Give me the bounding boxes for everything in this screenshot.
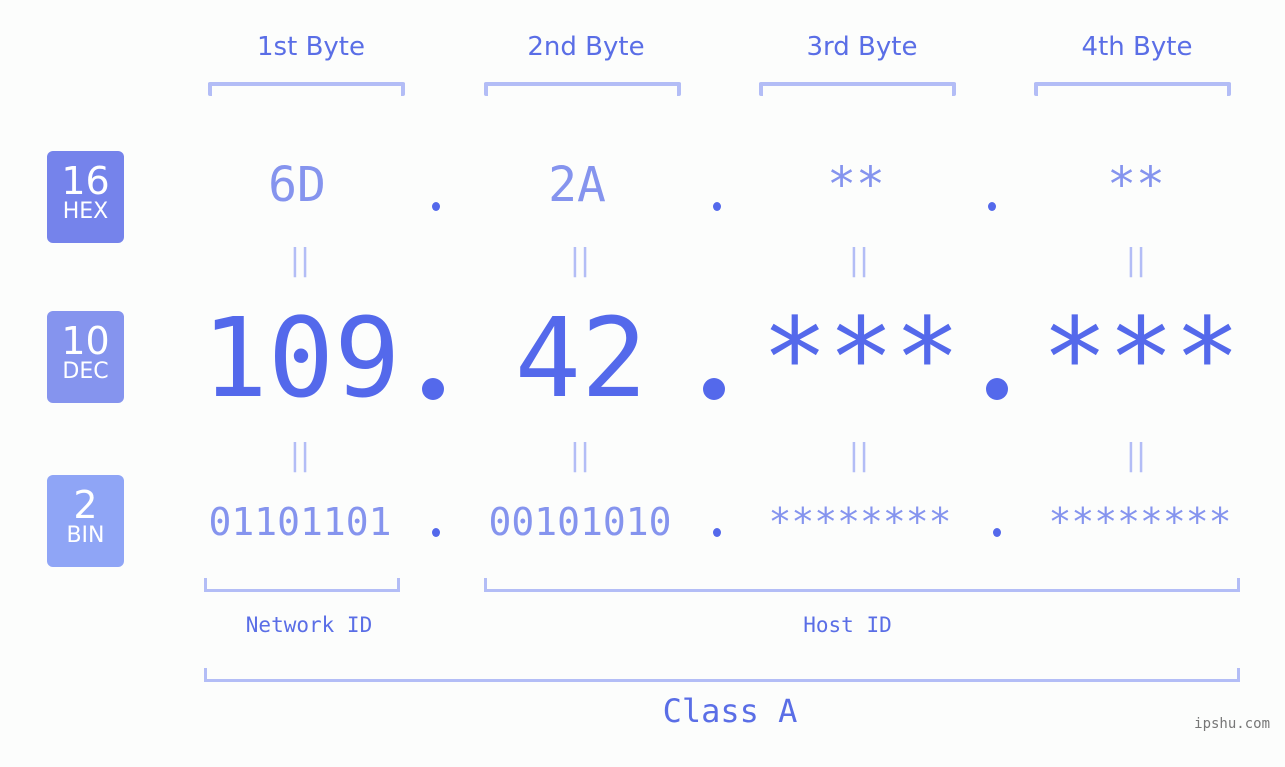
hex-value-3: ** — [827, 157, 885, 213]
equals-icon: || — [289, 438, 311, 473]
bin-value-1: 01101101 — [208, 500, 392, 544]
bin-dot-1 — [432, 528, 440, 537]
dec-dot-3 — [986, 378, 1008, 400]
network-id-label: Network ID — [245, 613, 373, 637]
bin-value-3: ******** — [768, 500, 952, 544]
hex-dot-1 — [432, 202, 440, 211]
equals-icon: || — [1125, 243, 1147, 278]
hex-dot-2 — [713, 202, 721, 211]
host-id-label: Host ID — [803, 613, 892, 637]
hex-value-4: ** — [1107, 157, 1165, 213]
bin-badge-label: BIN — [66, 523, 105, 548]
hex-value-1: 6D — [268, 157, 326, 213]
dec-value-1: 109 — [201, 294, 401, 422]
hex-dot-3 — [988, 202, 996, 211]
byte-header-4: 4th Byte — [1081, 32, 1193, 62]
dec-badge-label: DEC — [62, 359, 109, 384]
hex-badge-number: 16 — [61, 159, 110, 203]
byte-bracket-1 — [208, 82, 405, 96]
byte-header-2: 2nd Byte — [527, 32, 645, 62]
bin-value-4: ******** — [1048, 500, 1232, 544]
dec-dot-1 — [422, 378, 444, 400]
equals-icon: || — [289, 243, 311, 278]
byte-bracket-3 — [759, 82, 956, 96]
dec-badge: 10 DEC — [47, 311, 124, 403]
network-id-bracket — [204, 578, 400, 592]
dec-value-4: *** — [1041, 294, 1241, 422]
bin-value-2: 00101010 — [488, 500, 672, 544]
watermark: ipshu.com — [1194, 716, 1270, 732]
hex-value-2: 2A — [548, 157, 606, 213]
equals-icon: || — [848, 438, 870, 473]
byte-header-3: 3rd Byte — [806, 32, 918, 62]
byte-bracket-2 — [484, 82, 681, 96]
dec-badge-number: 10 — [61, 319, 110, 363]
equals-icon: || — [569, 438, 591, 473]
equals-icon: || — [1125, 438, 1147, 473]
byte-bracket-4 — [1034, 82, 1231, 96]
class-label: Class A — [662, 692, 798, 730]
bin-dot-2 — [713, 528, 721, 537]
equals-icon: || — [848, 243, 870, 278]
bin-badge: 2 BIN — [47, 475, 124, 567]
hex-badge-label: HEX — [62, 199, 109, 224]
byte-header-1: 1st Byte — [257, 32, 365, 62]
class-bracket — [204, 668, 1240, 682]
equals-icon: || — [569, 243, 591, 278]
host-id-bracket — [484, 578, 1240, 592]
bin-badge-number: 2 — [73, 483, 98, 527]
hex-badge: 16 HEX — [47, 151, 124, 243]
dec-value-2: 42 — [514, 294, 648, 422]
bin-dot-3 — [993, 528, 1001, 537]
dec-value-3: *** — [761, 294, 961, 422]
dec-dot-2 — [703, 378, 725, 400]
